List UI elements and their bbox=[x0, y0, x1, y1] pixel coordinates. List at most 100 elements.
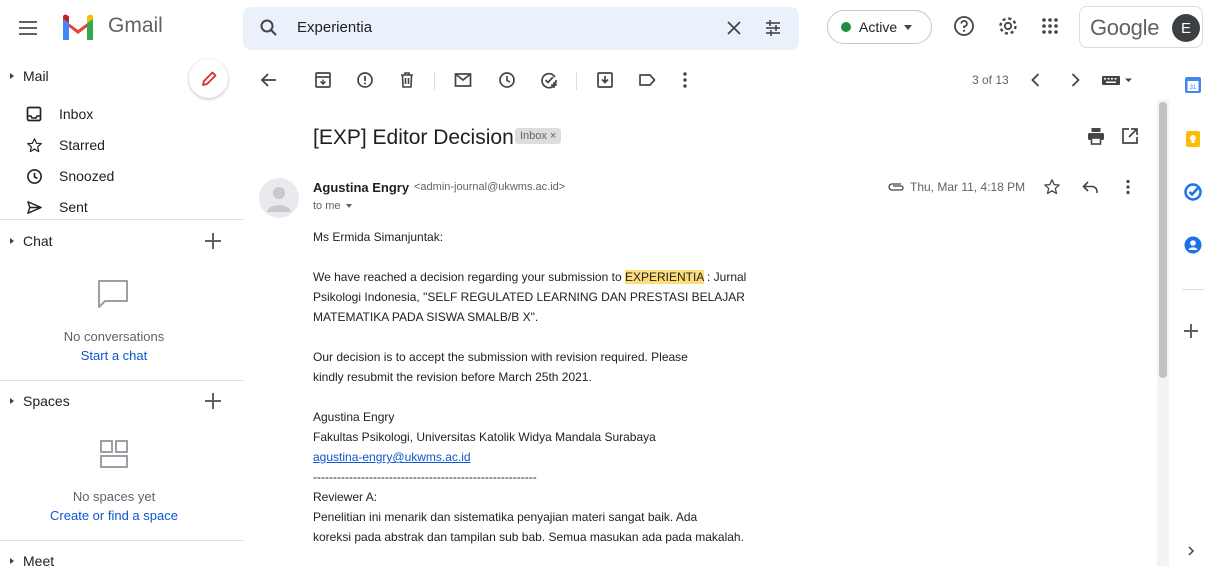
message-view: 3 of 13 [EXP] Editor Decision Inbox × Ag… bbox=[243, 56, 1158, 566]
reviewer-text: Penelitian ini menarik dan sistematika p… bbox=[313, 510, 698, 524]
sender-email: <admin-journal@ukwms.ac.id> bbox=[414, 181, 566, 193]
sidebar-item-sent[interactable]: Sent bbox=[0, 192, 243, 222]
top-bar: Gmail Active bbox=[0, 0, 1206, 56]
snooze-clock-icon[interactable] bbox=[496, 69, 518, 91]
status-dropdown[interactable]: Active bbox=[827, 10, 932, 44]
chat-section-toggle[interactable]: Chat bbox=[10, 233, 53, 249]
keep-notes-icon[interactable] bbox=[1184, 130, 1202, 148]
sidebar-item-snoozed[interactable]: Snoozed bbox=[0, 161, 243, 191]
inbox-label-chip[interactable]: Inbox × bbox=[515, 128, 562, 144]
left-sidebar: Mail Inbox Starred Snoozed Sent Chat No … bbox=[0, 56, 243, 566]
chat-heading: Chat bbox=[23, 233, 53, 249]
spaces-section-toggle[interactable]: Spaces bbox=[10, 393, 70, 409]
text: Psikologi Indonesia, "SELF REGULATED LEA… bbox=[313, 290, 745, 304]
compose-button[interactable] bbox=[189, 59, 228, 98]
add-addons-plus-icon[interactable] bbox=[1184, 324, 1198, 338]
label-tag-icon[interactable] bbox=[636, 69, 658, 91]
move-to-icon[interactable] bbox=[594, 69, 616, 91]
sender-avatar[interactable] bbox=[259, 178, 299, 218]
text: Our decision is to accept the submission… bbox=[313, 350, 688, 364]
clear-search-icon[interactable] bbox=[724, 18, 744, 38]
new-space-plus-icon[interactable] bbox=[205, 393, 221, 409]
contacts-icon[interactable] bbox=[1184, 236, 1202, 254]
divider bbox=[434, 72, 435, 90]
chat-empty-message: No conversations bbox=[63, 329, 165, 344]
sidebar-item-label: Sent bbox=[59, 199, 88, 215]
sidebar-item-label: Inbox bbox=[59, 106, 94, 122]
sidebar-item-starred[interactable]: Starred bbox=[0, 130, 243, 160]
print-icon[interactable] bbox=[1086, 126, 1106, 146]
open-new-window-icon[interactable] bbox=[1120, 126, 1140, 146]
apps-grid-icon[interactable] bbox=[1039, 15, 1061, 37]
account-switcher[interactable]: Google E bbox=[1079, 6, 1203, 48]
keyboard-input-icon[interactable] bbox=[1101, 69, 1135, 91]
divider bbox=[576, 72, 577, 90]
report-spam-icon[interactable] bbox=[354, 69, 376, 91]
reply-arrow-icon[interactable] bbox=[1081, 178, 1099, 196]
app-name[interactable]: Gmail bbox=[108, 14, 163, 38]
settings-gear-icon[interactable] bbox=[997, 15, 1019, 37]
collapse-arrow-icon bbox=[10, 73, 14, 79]
separator-line: ----------------------------------------… bbox=[313, 470, 537, 484]
create-space-link[interactable]: Create or find a space bbox=[0, 508, 228, 523]
search-icon[interactable] bbox=[259, 18, 279, 38]
start-chat-link[interactable]: Start a chat bbox=[0, 348, 228, 363]
more-options-vertical-icon[interactable] bbox=[674, 69, 696, 91]
spaces-grid-icon bbox=[100, 440, 128, 468]
previous-chevron-icon[interactable] bbox=[1025, 69, 1047, 91]
star-icon[interactable] bbox=[1043, 178, 1061, 196]
divider bbox=[0, 540, 243, 541]
svg-text:31: 31 bbox=[1190, 85, 1197, 91]
expand-panel-chevron-icon[interactable] bbox=[1184, 544, 1198, 558]
search-highlight: EXPERIENTIA bbox=[624, 270, 704, 284]
attachment-paperclip-icon bbox=[888, 183, 904, 191]
chat-bubble-icon bbox=[98, 280, 128, 308]
signature-email-link[interactable]: agustina-engry@ukwms.ac.id bbox=[313, 447, 873, 467]
send-icon bbox=[22, 199, 46, 216]
collapse-arrow-icon bbox=[10, 558, 14, 564]
more-options-vertical-icon[interactable] bbox=[1119, 178, 1137, 196]
sidebar-item-inbox[interactable]: Inbox bbox=[0, 99, 243, 129]
body-paragraph: We have reached a decision regarding you… bbox=[313, 267, 873, 327]
gmail-logo-icon[interactable] bbox=[61, 14, 95, 40]
help-icon[interactable] bbox=[953, 15, 975, 37]
sender-name[interactable]: Agustina Engry bbox=[313, 180, 409, 195]
search-input[interactable] bbox=[297, 19, 677, 36]
message-counter: 3 of 13 bbox=[972, 73, 1009, 87]
text: MATEMATIKA PADA SISWA SMALB/B X". bbox=[313, 310, 539, 324]
divider bbox=[0, 219, 243, 220]
search-bar[interactable] bbox=[243, 7, 799, 50]
tasks-icon[interactable] bbox=[1184, 183, 1202, 201]
mail-section-toggle[interactable]: Mail bbox=[10, 68, 49, 84]
back-arrow-icon[interactable] bbox=[258, 69, 280, 91]
text: kindly resubmit the revision before Marc… bbox=[313, 370, 592, 384]
recipient-details-toggle[interactable]: to me bbox=[313, 200, 352, 212]
collapse-arrow-icon bbox=[10, 238, 14, 244]
message-subject: [EXP] Editor Decision bbox=[313, 126, 514, 149]
sidebar-item-label: Snoozed bbox=[59, 168, 115, 184]
person-icon bbox=[267, 187, 291, 212]
pencil-icon bbox=[201, 71, 216, 86]
calendar-icon[interactable]: 31 bbox=[1184, 76, 1202, 94]
next-chevron-icon[interactable] bbox=[1064, 69, 1086, 91]
mail-heading: Mail bbox=[23, 68, 49, 84]
delete-trash-icon[interactable] bbox=[396, 69, 418, 91]
search-options-icon[interactable] bbox=[763, 18, 783, 38]
signature: Agustina Engry Fakultas Psikologi, Unive… bbox=[313, 407, 873, 566]
new-chat-plus-icon[interactable] bbox=[205, 233, 221, 249]
google-brand: Google bbox=[1090, 15, 1160, 40]
meet-section-toggle[interactable]: Meet bbox=[10, 553, 54, 566]
add-task-icon[interactable] bbox=[538, 69, 560, 91]
main-menu-icon[interactable] bbox=[14, 13, 44, 43]
avatar[interactable]: E bbox=[1172, 14, 1200, 42]
text: We have reached a decision regarding you… bbox=[313, 270, 625, 284]
mark-unread-mail-icon[interactable] bbox=[452, 69, 474, 91]
archive-icon[interactable] bbox=[312, 69, 334, 91]
inbox-icon bbox=[22, 106, 46, 122]
greeting: Ms Ermida Simanjuntak: bbox=[313, 230, 444, 244]
message-date: Thu, Mar 11, 4:18 PM bbox=[910, 180, 1026, 194]
scrollbar-thumb[interactable] bbox=[1159, 102, 1167, 378]
meet-heading: Meet bbox=[23, 553, 55, 566]
signature-org: Fakultas Psikologi, Universitas Katolik … bbox=[313, 430, 656, 444]
